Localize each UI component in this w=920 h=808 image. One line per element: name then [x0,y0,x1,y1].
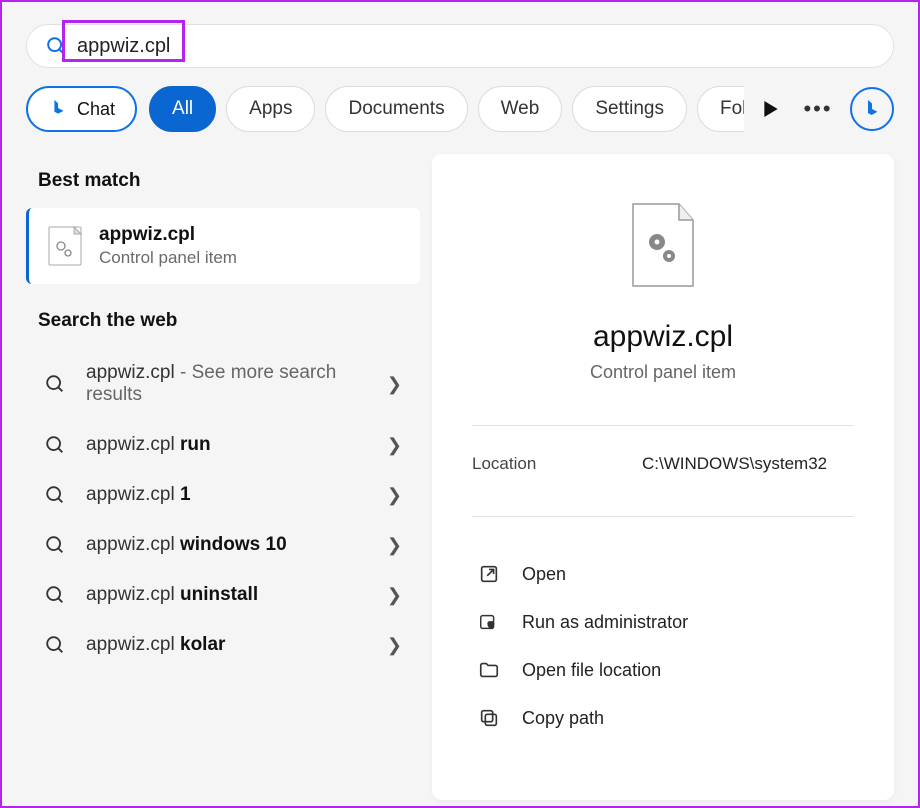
action-label: Open file location [522,660,661,681]
chevron-right-icon: ❯ [387,374,402,395]
web-result-label: appwiz.cpl 1 [86,484,367,506]
best-match-text: appwiz.cpl Control panel item [99,224,237,268]
chat-button[interactable]: Chat [26,86,137,132]
best-match-heading: Best match [38,170,420,192]
web-result-label: appwiz.cpl run [86,434,367,456]
filter-row: Chat All Apps Documents Web Settings Fol… [2,68,918,146]
bing-icon [860,97,884,121]
results-pane: Best match appwiz.cpl Control panel item… [2,146,432,800]
search-bar-container [2,2,918,68]
shield-icon [478,611,500,633]
action-copy-path[interactable]: Copy path [472,695,854,741]
action-open-location[interactable]: Open file location [472,647,854,693]
web-result-label: appwiz.cpl kolar [86,634,367,656]
divider [472,516,854,517]
open-icon [478,563,500,585]
web-result-label: appwiz.cpl uninstall [86,584,367,606]
best-match-subtitle: Control panel item [99,248,237,268]
location-value: C:\WINDOWS\system32 [642,454,827,474]
chevron-right-icon: ❯ [387,485,402,506]
bing-button[interactable] [850,87,894,131]
action-label: Open [522,564,566,585]
chevron-right-icon: ❯ [387,585,402,606]
filter-apps[interactable]: Apps [226,86,315,132]
search-bar[interactable] [26,24,894,68]
web-result-item[interactable]: appwiz.cpl kolar ❯ [26,620,420,670]
chevron-right-icon: ❯ [387,535,402,556]
preview-actions: Open Run as administrator Open file loca… [472,551,854,741]
filter-web[interactable]: Web [478,86,563,132]
web-results-list: appwiz.cpl - See more search results ❯ a… [26,348,420,670]
search-icon [44,634,66,656]
action-open[interactable]: Open [472,551,854,597]
preview-file-icon [627,202,699,290]
search-icon [44,484,66,506]
web-result-item[interactable]: appwiz.cpl 1 ❯ [26,470,420,520]
triangle-right-icon [764,101,778,117]
web-result-label: appwiz.cpl windows 10 [86,534,367,556]
best-match-item[interactable]: appwiz.cpl Control panel item [26,208,420,284]
folder-icon [478,659,500,681]
filter-documents[interactable]: Documents [325,86,467,132]
search-icon [44,584,66,606]
bing-chat-icon [48,98,70,120]
search-icon [44,534,66,556]
best-match-title: appwiz.cpl [99,224,237,246]
preview-title: appwiz.cpl [472,320,854,354]
ellipsis-icon: ••• [803,96,832,122]
web-result-label: appwiz.cpl - See more search results [86,362,367,406]
web-result-item[interactable]: appwiz.cpl run ❯ [26,420,420,470]
preview-pane: appwiz.cpl Control panel item Location C… [432,154,894,800]
content-area: Best match appwiz.cpl Control panel item… [2,146,918,800]
web-section-heading: Search the web [38,310,420,332]
search-icon [44,373,66,395]
search-input[interactable] [67,35,875,58]
filter-pills: All Apps Documents Web Settings Folders [149,86,744,132]
chevron-right-icon: ❯ [387,635,402,656]
action-label: Run as administrator [522,612,688,633]
divider [472,425,854,426]
web-result-item[interactable]: appwiz.cpl windows 10 ❯ [26,520,420,570]
preview-subtitle: Control panel item [472,362,854,383]
filter-settings[interactable]: Settings [572,86,687,132]
filter-folders[interactable]: Folders [697,86,744,132]
action-label: Copy path [522,708,604,729]
filter-all[interactable]: All [149,86,216,132]
search-icon [45,35,67,57]
scroll-right-button[interactable] [756,94,786,124]
search-icon [44,434,66,456]
location-row: Location C:\WINDOWS\system32 [472,454,854,474]
web-result-item[interactable]: appwiz.cpl uninstall ❯ [26,570,420,620]
location-label: Location [472,454,642,474]
action-run-admin[interactable]: Run as administrator [472,599,854,645]
control-panel-icon [47,228,83,264]
copy-icon [478,707,500,729]
chat-label: Chat [77,99,115,120]
web-result-item[interactable]: appwiz.cpl - See more search results ❯ [26,348,420,420]
more-button[interactable]: ••• [798,89,838,129]
chevron-right-icon: ❯ [387,435,402,456]
